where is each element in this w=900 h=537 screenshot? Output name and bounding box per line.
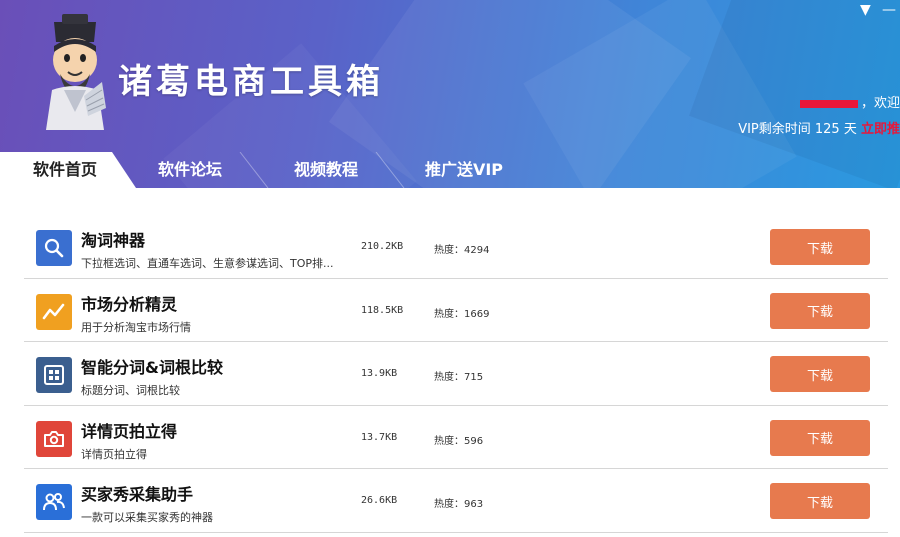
users-icon [36,484,72,520]
tool-size: 13.9KB [361,368,398,379]
tab-promote-vip[interactable]: 推广送VIP [404,152,524,188]
heat-label: 热度： [434,372,464,383]
tool-name: 智能分词&词根比较 [81,358,223,377]
camera-icon [36,420,72,457]
tool-heat: 热度：715 [434,368,483,383]
dropdown-menu-icon[interactable]: ▼ [860,2,871,18]
tool-size: 26.6KB [361,495,398,506]
tab-home[interactable]: 软件首页 [10,152,120,188]
tool-row: 淘词神器 下拉框选词、直通车选词、生意参谋选词、TOP排... 210.2KB … [24,215,888,279]
tool-description: 一款可以采集买家秀的神器 [81,511,213,524]
grid-icon [36,357,72,393]
heat-label: 热度： [434,499,464,510]
heat-value: 596 [464,435,484,447]
heat-value: 1669 [464,308,490,320]
app-title: 诸葛电商工具箱 [118,62,384,102]
tab-video-tutorials[interactable]: 视频教程 [276,152,376,188]
heat-value: 963 [464,499,484,510]
tab-divider [239,152,269,188]
vip-status: VIP剩余时间 125 天 立即推 [738,118,900,137]
tool-name: 详情页拍立得 [81,421,178,441]
tool-description: 标题分词、词根比较 [81,384,180,397]
download-button[interactable]: 下载 [770,229,870,265]
tool-heat: 热度：4294 [434,241,489,256]
tool-list: 淘词神器 下拉框选词、直通车选词、生意参谋选词、TOP排... 210.2KB … [24,215,888,533]
search-icon [36,230,72,266]
minimize-icon[interactable]: — [882,2,896,18]
heat-label: 热度： [434,435,464,447]
tool-name: 买家秀采集助手 [81,485,194,504]
tab-bar: 软件首页 软件论坛 视频教程 推广送VIP [0,152,900,188]
tool-description: 下拉框选词、直通车选词、生意参谋选词、TOP排... [81,257,334,270]
heat-label: 热度： [434,308,464,320]
tool-name: 淘词神器 [81,231,146,250]
tool-heat: 热度：596 [434,432,483,447]
tool-row: 智能分词&词根比较 标题分词、词根比较 13.9KB 热度：715 下载 [24,342,888,406]
tool-heat: 热度：963 [434,495,483,510]
download-button[interactable]: 下载 [770,419,870,456]
tool-size: 13.7KB [361,431,398,443]
tool-description: 用于分析淘宝市场行情 [81,320,191,334]
trend-chart-icon [36,293,72,330]
tool-size: 210.2KB [361,241,404,252]
greeting-text: ，欢迎 [860,96,900,111]
tool-row: 详情页拍立得 详情页拍立得 13.7KB 热度：596 下载 [24,406,888,469]
heat-label: 热度： [434,245,464,256]
tool-row: 买家秀采集助手 一款可以采集买家秀的神器 26.6KB 热度：963 下载 [24,469,888,533]
download-button[interactable]: 下载 [770,483,870,519]
tool-name: 市场分析精灵 [81,294,178,314]
download-button[interactable]: 下载 [770,356,870,392]
redacted-username [799,99,858,108]
heat-value: 715 [464,372,484,383]
tool-description: 详情页拍立得 [81,447,147,461]
app-header: 诸葛电商工具箱 ▼ — ，欢迎 VIP剩余时间 125 天 立即推 软件首页 软… [0,0,900,188]
vip-remaining-text: VIP剩余时间 125 天 [738,122,857,137]
vip-renew-link[interactable]: 立即推 [861,122,900,137]
user-greeting: ，欢迎 [799,92,900,111]
mascot-logo [46,14,106,130]
tab-forum[interactable]: 软件论坛 [140,152,240,188]
download-button[interactable]: 下载 [770,292,870,329]
tool-heat: 热度：1669 [434,305,489,320]
heat-value: 4294 [464,245,490,256]
tool-row: 市场分析精灵 用于分析淘宝市场行情 118.5KB 热度：1669 下载 [24,279,888,342]
tool-size: 118.5KB [361,304,404,316]
